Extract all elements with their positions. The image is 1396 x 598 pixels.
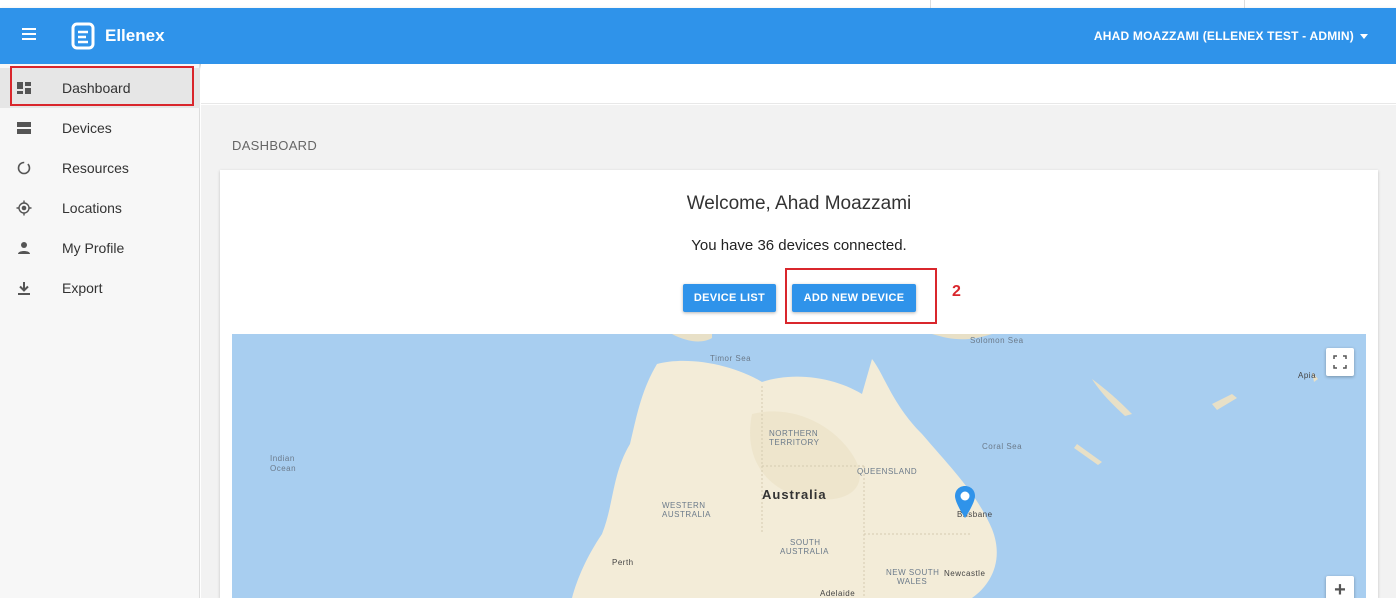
app-header: Ellenex AHAD MOAZZAMI (ELLENEX TEST - AD… — [0, 8, 1396, 64]
map-label-adelaide: Adelaide — [820, 589, 856, 598]
sidebar-item-label: Locations — [62, 200, 122, 216]
map-label-perth: Perth — [612, 558, 634, 567]
brand-name[interactable]: Ellenex — [105, 26, 165, 46]
device-count-text: You have 36 devices connected. — [691, 237, 907, 254]
ellenex-logo-icon — [71, 22, 95, 50]
sidebar-item-label: Export — [62, 280, 103, 296]
sidebar-item-label: Devices — [62, 120, 112, 136]
person-icon — [18, 242, 30, 254]
fullscreen-button[interactable] — [1326, 348, 1354, 376]
map-land — [572, 334, 1318, 598]
annotation-number-2: 2 — [952, 283, 961, 300]
user-label: AHAD MOAZZAMI (ELLENEX TEST - ADMIN) — [1093, 29, 1354, 43]
zoom-in-button[interactable]: + — [1326, 576, 1354, 598]
map-label-new-south: NEW SOUTH — [886, 568, 940, 577]
annotation-box-dashboard — [10, 66, 194, 106]
map-marker-icon[interactable] — [953, 484, 977, 520]
map-label-indian: Indian — [270, 454, 295, 463]
map-label-ocean: Ocean — [270, 464, 297, 473]
sidebar-item-label: My Profile — [62, 240, 125, 256]
sidebar-item-resources[interactable]: Resources — [0, 148, 200, 188]
map-label-timor-sea: Timor Sea — [710, 354, 752, 363]
device-list-button[interactable]: DEVICE LIST — [683, 284, 776, 312]
map-label-northern: NORTHERN — [769, 429, 819, 438]
sidebar-item-locations[interactable]: Locations — [0, 188, 200, 228]
welcome-heading: Welcome, Ahad Moazzami — [686, 193, 912, 214]
breadcrumb: DASHBOARD — [232, 138, 318, 153]
device-map[interactable]: Timor Sea Solomon Sea Indian Ocean NORTH… — [232, 334, 1366, 598]
resources-icon — [17, 161, 31, 175]
map-label-south: SOUTH — [790, 538, 821, 547]
map-label-wales: WALES — [897, 577, 928, 586]
devices-icon — [17, 122, 31, 134]
location-icon — [16, 200, 32, 216]
fullscreen-icon — [1333, 355, 1347, 369]
user-menu[interactable]: AHAD MOAZZAMI (ELLENEX TEST - ADMIN) — [1094, 29, 1368, 43]
chevron-down-icon — [1360, 34, 1368, 40]
map-label-queensland: QUEENSLAND — [857, 467, 918, 476]
menu-icon[interactable] — [22, 25, 42, 45]
download-icon — [18, 282, 30, 295]
sidebar: Dashboard Devices Resources Locations My… — [0, 64, 200, 598]
map-label-south-australia: AUSTRALIA — [780, 547, 829, 556]
sub-header-bar — [201, 64, 1396, 104]
map-label-newcastle: Newcastle — [944, 569, 986, 578]
sidebar-item-devices[interactable]: Devices — [0, 108, 200, 148]
sidebar-item-my-profile[interactable]: My Profile — [0, 228, 200, 268]
map-label-apia: Apia — [1298, 371, 1317, 380]
map-label-coral-sea: Coral Sea — [982, 442, 1023, 451]
annotation-box-add-device — [785, 268, 937, 324]
map-label-territory: TERRITORY — [769, 438, 820, 447]
map-label-australia: Australia — [762, 487, 827, 502]
map-label-western: WESTERN — [662, 501, 706, 510]
map-label-solomon-sea: Solomon Sea — [970, 336, 1024, 345]
map-label-western-australia: AUSTRALIA — [662, 510, 711, 519]
sidebar-item-label: Resources — [62, 160, 129, 176]
sidebar-item-export[interactable]: Export — [0, 268, 200, 308]
